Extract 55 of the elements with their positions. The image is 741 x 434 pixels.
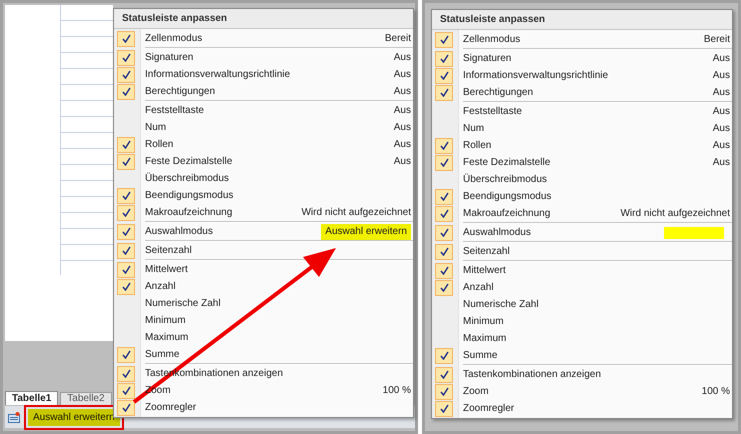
menu-item[interactable]: Auswahlmodus <box>432 224 732 241</box>
menu-item[interactable]: Zoom 100 % <box>432 383 732 400</box>
checkmark-icon <box>122 350 130 359</box>
menu-item[interactable]: Num Aus <box>114 119 413 136</box>
menu-item[interactable]: Summe <box>114 346 413 363</box>
menu-item[interactable]: Rollen Aus <box>114 136 413 153</box>
menu-item[interactable]: Makroaufzeichnung Wird nicht aufgezeichnet <box>432 205 732 222</box>
menu-item[interactable]: Überschreibmodus <box>432 171 732 188</box>
menu-item[interactable]: Rollen Aus <box>432 137 732 154</box>
menu-item[interactable]: Seitenzahl <box>114 242 413 259</box>
checkmark-icon <box>122 246 130 255</box>
menu-item[interactable]: Zellenmodus Bereit <box>432 31 732 48</box>
menu-item[interactable]: Mittelwert <box>432 262 732 279</box>
menu-item[interactable]: Überschreibmodus <box>114 170 413 187</box>
menu-item[interactable]: Informationsverwaltungsrichtlinie Aus <box>432 67 732 84</box>
macro-record-icon[interactable] <box>8 412 20 422</box>
menu-item[interactable]: Zellenmodus Bereit <box>114 30 413 47</box>
menu-item[interactable]: Anzahl <box>432 279 732 296</box>
menu-item[interactable]: Signaturen Aus <box>432 50 732 67</box>
menu-item[interactable]: Seitenzahl <box>432 243 732 260</box>
menu-item[interactable]: Anzahl <box>114 278 413 295</box>
checkmark-icon <box>440 35 448 44</box>
sheet-tab[interactable]: Tabelle1 <box>5 391 58 405</box>
menu-item[interactable]: Signaturen Aus <box>114 49 413 66</box>
menu-title: Statusleiste anpassen <box>114 9 413 29</box>
menu-item[interactable]: Beendigungsmodus <box>432 188 732 205</box>
menu-item[interactable]: Maximum <box>114 329 413 346</box>
menu-item[interactable]: Mittelwert <box>114 261 413 278</box>
menu-item[interactable]: Minimum <box>114 312 413 329</box>
menu-item[interactable]: Summe <box>432 347 732 364</box>
menu-item[interactable]: Beendigungsmodus <box>114 187 413 204</box>
sheet-tab[interactable]: Tabelle2 <box>60 392 112 405</box>
menu-item[interactable]: Numerische Zahl <box>432 296 732 313</box>
menu-item[interactable]: Auswahlmodus Auswahl erweitern <box>114 223 413 240</box>
checkmark-icon <box>440 247 448 256</box>
menu-item[interactable]: Berechtigungen Aus <box>114 83 413 100</box>
menu-item[interactable]: Feste Dezimalstelle Aus <box>432 154 732 171</box>
menu-item[interactable]: Tastenkombinationen anzeigen <box>432 366 732 383</box>
menu-item[interactable]: Feste Dezimalstelle Aus <box>114 153 413 170</box>
checkmark-icon <box>440 351 448 360</box>
menu-item[interactable]: Makroaufzeichnung Wird nicht aufgezeichnet <box>114 204 413 221</box>
menu-item[interactable]: Berechtigungen Aus <box>432 84 732 101</box>
menu-item[interactable]: Feststelltaste Aus <box>432 103 732 120</box>
menu-item[interactable]: Minimum <box>432 313 732 330</box>
menu-item[interactable]: Zoomregler <box>432 400 732 417</box>
checkmark-icon <box>122 227 130 236</box>
menu-item[interactable]: Informationsverwaltungsrichtlinie Aus <box>114 66 413 83</box>
checkmark-icon <box>440 228 448 237</box>
checkmark-icon <box>122 34 130 43</box>
menu-title: Statusleiste anpassen <box>432 10 732 30</box>
menu-item[interactable]: Num Aus <box>432 120 732 137</box>
selection-mode-indicator: Auswahl erweitern <box>28 408 120 426</box>
menu-item[interactable]: Maximum <box>432 330 732 347</box>
menu-item[interactable]: Feststelltaste Aus <box>114 102 413 119</box>
menu-item[interactable]: Numerische Zahl <box>114 295 413 312</box>
